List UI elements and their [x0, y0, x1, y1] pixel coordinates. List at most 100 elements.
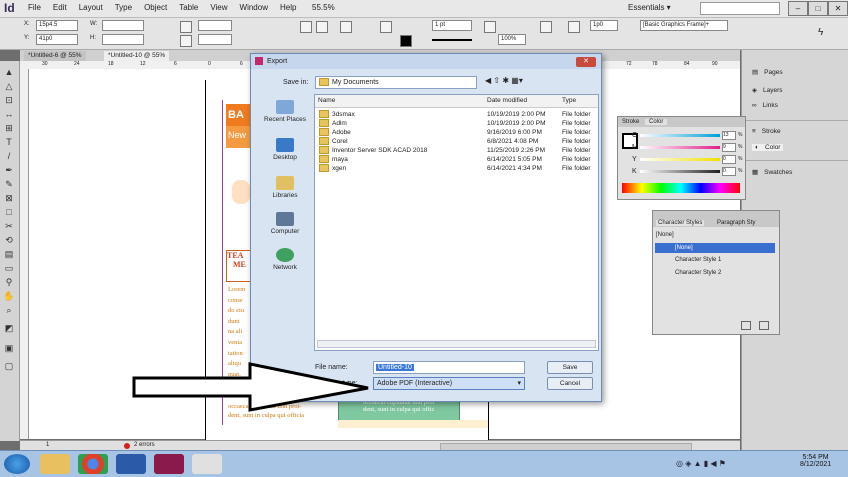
gradient-tool-icon[interactable]: ▤ [3, 249, 15, 260]
file-row[interactable]: xgen 6/14/2021 4:34 PM File folder [315, 164, 598, 173]
delete-style-icon[interactable] [759, 321, 769, 330]
cancel-button[interactable]: Cancel [547, 377, 593, 390]
yellow-slider[interactable] [640, 158, 720, 161]
menu-table[interactable]: Table [179, 3, 198, 12]
gutter-field[interactable]: 1p0 [590, 20, 618, 31]
formatting-icon[interactable]: ▣ [3, 343, 15, 354]
indesign-taskbar-icon[interactable] [154, 454, 184, 474]
rectangle-frame-tool-icon[interactable]: ⊠ [3, 193, 15, 204]
y-field[interactable]: 41p0 [36, 34, 78, 45]
file-row[interactable]: Corel 6/8/2021 4:08 PM File folder [315, 137, 598, 146]
up-folder-icon[interactable]: ⇧ [493, 76, 500, 85]
dock-item-stroke[interactable]: ≡ Stroke [752, 128, 781, 135]
stroke-weight-field[interactable]: 1 pt [432, 20, 472, 31]
rectangle-tool-icon[interactable]: □ [3, 207, 15, 217]
magenta-value[interactable]: 9 [722, 143, 736, 152]
column-type[interactable]: Type [562, 97, 576, 104]
file-row[interactable]: Adlm 10/19/2019 2:00 PM File folder [315, 119, 598, 128]
menu-layout[interactable]: Layout [79, 3, 103, 12]
tab-untitled-6[interactable]: *Untitled-6 @ 55% [24, 51, 86, 61]
hand-tool-icon[interactable]: ✋ [3, 291, 15, 302]
cyan-slider[interactable] [640, 134, 720, 137]
pencil-tool-icon[interactable]: ✎ [3, 179, 15, 190]
tab-paragraph-styles[interactable]: Paragraph Sty [717, 220, 755, 226]
system-tray-icons[interactable]: ◎ ◈ ▲ ▮ ◀ ⚑ [676, 459, 726, 468]
dock-item-swatches[interactable]: ▦ Swatches [752, 168, 792, 177]
file-row[interactable]: Inventor Server SDK ACAD 2018 11/25/2019 … [315, 146, 598, 155]
stroke-swatch-icon[interactable] [400, 35, 412, 47]
type-tool-icon[interactable]: T [3, 137, 15, 147]
eyedropper-tool-icon[interactable]: ⚲ [3, 277, 15, 288]
x-field[interactable]: 15p4.5 [36, 20, 78, 31]
select-container-icon[interactable] [340, 21, 352, 33]
word-taskbar-icon[interactable] [116, 454, 146, 474]
maximize-button[interactable]: □ [808, 1, 828, 16]
tab-color[interactable]: Color [645, 119, 668, 125]
clock[interactable]: 5:54 PM 8/12/2021 [800, 454, 831, 468]
scissors-tool-icon[interactable]: ✂ [3, 221, 15, 232]
fill-swatch-icon[interactable] [380, 21, 392, 33]
style-item-character-style-2[interactable]: Character Style 2 [675, 270, 721, 276]
save-in-select[interactable]: My Documents [315, 76, 477, 89]
cyan-value[interactable]: 13 [722, 131, 736, 140]
menu-object[interactable]: Object [144, 3, 167, 12]
menu-file[interactable]: File [28, 3, 41, 12]
menu-type[interactable]: Type [115, 3, 132, 12]
yellow-value[interactable]: 0 [722, 155, 736, 164]
h-field[interactable] [102, 34, 144, 45]
paint-taskbar-icon[interactable] [192, 454, 222, 474]
fill-stroke-icon[interactable]: ◩ [3, 323, 15, 334]
place-network[interactable]: Network [257, 248, 313, 271]
flip-vertical-icon[interactable] [316, 21, 328, 33]
place-libraries[interactable]: Libraries [257, 176, 313, 199]
menu-window[interactable]: Window [240, 3, 268, 12]
close-button[interactable]: ✕ [828, 1, 848, 16]
rotate-field[interactable] [198, 20, 232, 31]
column-date[interactable]: Date modified [487, 97, 527, 104]
file-list-scrollbar[interactable] [317, 340, 596, 348]
shear-field[interactable] [198, 34, 232, 45]
note-tool-icon[interactable]: ▭ [3, 263, 15, 274]
object-style-select[interactable]: [Basic Graphics Frame]+ [640, 20, 728, 31]
shear-icon[interactable] [180, 35, 192, 47]
place-recent[interactable]: Recent Places [257, 100, 313, 123]
selection-tool-icon[interactable]: ▲ [3, 67, 15, 77]
dialog-close-button[interactable]: ✕ [576, 57, 596, 67]
zoom-tool-icon[interactable]: ⌕ [3, 305, 15, 316]
chrome-taskbar-icon[interactable] [78, 454, 108, 474]
style-item-none[interactable]: [None] [655, 243, 775, 253]
page-tool-icon[interactable]: ⊡ [3, 95, 15, 106]
gap-tool-icon[interactable]: ↔ [3, 109, 15, 119]
page-number[interactable]: 1 [46, 442, 49, 448]
line-tool-icon[interactable]: / [3, 151, 15, 161]
column-name[interactable]: Name [318, 97, 335, 104]
color-spectrum[interactable] [622, 183, 740, 193]
lightning-icon[interactable]: ϟ [818, 27, 823, 38]
save-as-type-select[interactable]: Adobe PDF (Interactive) ▾ [373, 377, 525, 390]
new-style-icon[interactable] [741, 321, 751, 330]
w-field[interactable] [102, 20, 144, 31]
tab-stroke[interactable]: Stroke [618, 119, 643, 125]
back-icon[interactable]: ◀ [485, 76, 491, 85]
stroke-type-line[interactable] [432, 39, 472, 41]
pen-tool-icon[interactable]: ✒ [3, 165, 15, 176]
style-item-character-style-1[interactable]: Character Style 1 [675, 257, 721, 263]
black-slider[interactable] [640, 170, 720, 173]
rotate-icon[interactable] [180, 21, 192, 33]
dock-item-links[interactable]: ∞ Links [752, 102, 778, 109]
new-folder-icon[interactable]: ✱ [502, 76, 509, 85]
menu-help[interactable]: Help [280, 3, 296, 12]
file-row[interactable]: Adobe 9/16/2019 6:00 PM File folder [315, 128, 598, 137]
dock-item-color[interactable]: ◐ Color [752, 144, 784, 151]
black-value[interactable]: 0 [722, 167, 736, 176]
columns-icon[interactable] [568, 21, 580, 33]
file-row[interactable]: maya 6/14/2021 5:05 PM File folder [315, 155, 598, 164]
dock-item-pages[interactable]: ▤ Pages [752, 68, 783, 77]
magenta-slider[interactable] [640, 146, 720, 149]
save-button[interactable]: Save [547, 361, 593, 374]
zoom-level[interactable]: 55.5% [312, 3, 335, 12]
preflight-errors[interactable]: 2 errors [134, 442, 155, 448]
text-wrap-icon[interactable] [540, 21, 552, 33]
minimize-button[interactable]: – [788, 1, 808, 16]
menu-view[interactable]: View [210, 3, 227, 12]
